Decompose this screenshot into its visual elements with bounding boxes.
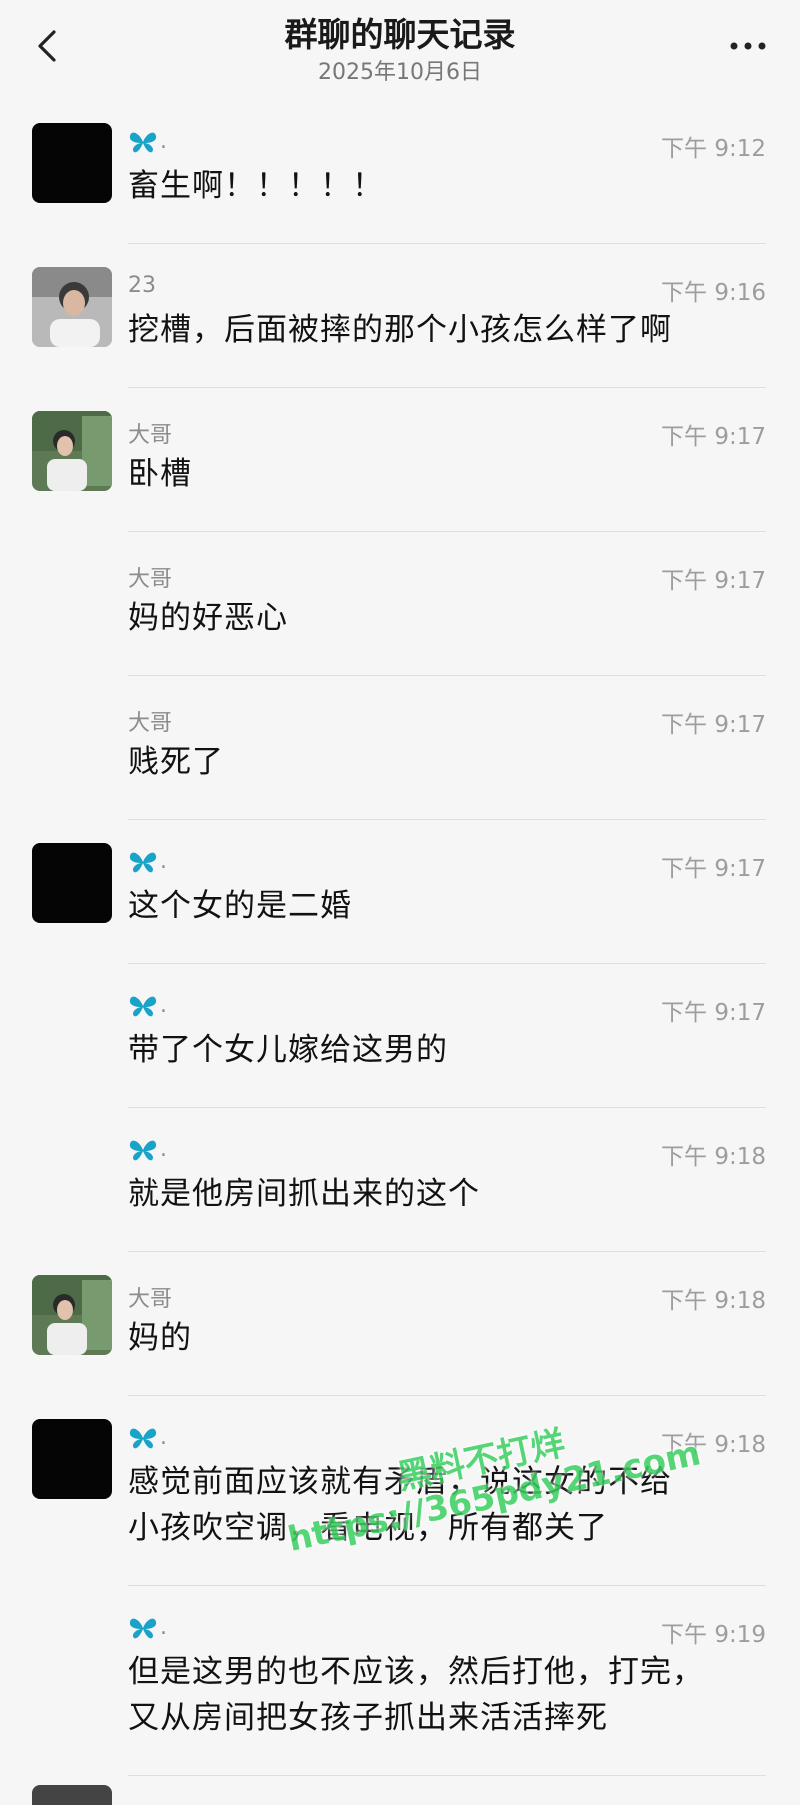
avatar[interactable]: [32, 1785, 112, 1805]
message-text[interactable]: 挖槽，后面被摔的那个小孩怎么样了啊: [128, 307, 770, 353]
sender-suffix: .: [160, 1137, 167, 1162]
avatar[interactable]: [32, 1419, 112, 1499]
message-text[interactable]: 这个女的是二婚: [128, 883, 770, 929]
message-text[interactable]: 畜生啊！！！！！: [128, 163, 770, 209]
message-time: 下午 9:17: [661, 712, 766, 738]
message-text[interactable]: 带了个女儿嫁给这男的: [128, 1027, 770, 1073]
sender-suffix: .: [160, 993, 167, 1018]
sender-label: 23: [128, 273, 156, 298]
sender-name: .: [128, 1425, 167, 1450]
sender-name: 大哥: [128, 705, 172, 737]
sender-name: 大哥: [128, 1281, 172, 1313]
sender-suffix: .: [160, 1615, 167, 1640]
avatar[interactable]: [32, 123, 112, 203]
avatar[interactable]: [32, 1275, 112, 1355]
sender-suffix: .: [160, 1425, 167, 1450]
avatar[interactable]: [32, 843, 112, 923]
chat-message: 大哥 下午 9:17 贱死了: [0, 676, 800, 820]
butterfly-icon: [129, 852, 157, 872]
chat-message: 大哥 下午 9:17 妈的好恶心: [0, 532, 800, 676]
sender-label: 大哥: [128, 423, 173, 448]
sender-suffix: .: [160, 129, 167, 154]
message-text[interactable]: 但是这男的也不应该，然后打他，打完， 又从房间把女孩子抓出来活活摔死: [128, 1649, 770, 1741]
message-time: 下午 9:16: [661, 280, 766, 306]
sender-name: 大哥: [128, 561, 172, 593]
sender-name: .: [128, 1137, 167, 1162]
sender-name: .: [128, 993, 167, 1018]
message-time: 下午 9:19: [661, 1622, 766, 1648]
divider: [128, 1775, 766, 1776]
sender-label: 大哥: [128, 711, 173, 736]
message-time: 下午 9:17: [661, 856, 766, 882]
avatar[interactable]: [32, 267, 112, 347]
sender-label: 大哥: [128, 567, 173, 592]
message-text[interactable]: 就是他房间抓出来的这个: [128, 1171, 770, 1217]
sender-label: 大哥: [128, 1287, 173, 1312]
sender-name: .: [128, 1615, 167, 1640]
sender-name: 大哥: [128, 417, 172, 449]
sender-name: 23: [128, 273, 156, 298]
chat-message: 23 下午 9:16 挖槽，后面被摔的那个小孩怎么样了啊: [0, 244, 800, 388]
butterfly-icon: [129, 132, 157, 152]
butterfly-icon: [129, 996, 157, 1016]
message-text[interactable]: 妈的好恶心: [128, 595, 770, 641]
page-title: 群聊的聊天记录: [284, 15, 516, 54]
message-time: 下午 9:17: [661, 424, 766, 450]
butterfly-icon: [129, 1428, 157, 1448]
more-options-icon[interactable]: [726, 26, 770, 66]
message-text[interactable]: 妈的: [128, 1315, 770, 1361]
chat-message: 大哥 下午 9:17 卧槽: [0, 388, 800, 532]
sender-name: .: [128, 849, 167, 874]
sender-name: .: [128, 129, 167, 154]
chat-message: . 下午 9:17 带了个女儿嫁给这男的: [0, 964, 800, 1108]
message-text[interactable]: 卧槽: [128, 451, 770, 497]
chat-message: . 下午 9:18 就是他房间抓出来的这个: [0, 1108, 800, 1252]
message-time: 下午 9:18: [661, 1144, 766, 1170]
chat-message: 大哥 下午 9:18 妈的: [0, 1252, 800, 1396]
message-time: 下午 9:12: [661, 136, 766, 162]
message-text[interactable]: 贱死了: [128, 739, 770, 785]
chat-header: 群聊的聊天记录 2025年10月6日: [0, 0, 800, 100]
message-time: 下午 9:17: [661, 1000, 766, 1026]
butterfly-icon: [129, 1618, 157, 1638]
chat-date: 2025年10月6日: [318, 60, 482, 85]
sender-suffix: .: [160, 849, 167, 874]
avatar[interactable]: [32, 411, 112, 491]
butterfly-icon: [129, 1140, 157, 1160]
message-time: 下午 9:18: [661, 1288, 766, 1314]
message-time: 下午 9:17: [661, 568, 766, 594]
chat-message: . 下午 9:17 这个女的是二婚: [0, 820, 800, 964]
chat-message: . 下午 9:19 但是这男的也不应该，然后打他，打完， 又从房间把女孩子抓出来活活…: [0, 1586, 800, 1776]
chat-message: . 下午 9:12 畜生啊！！！！！: [0, 100, 800, 244]
